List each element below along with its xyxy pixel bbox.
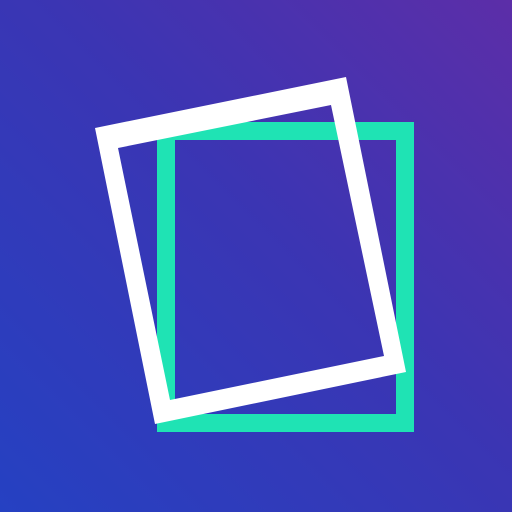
app-icon: [0, 0, 512, 512]
background-gradient: [0, 0, 512, 512]
tilted-frames-icon: [0, 0, 512, 512]
